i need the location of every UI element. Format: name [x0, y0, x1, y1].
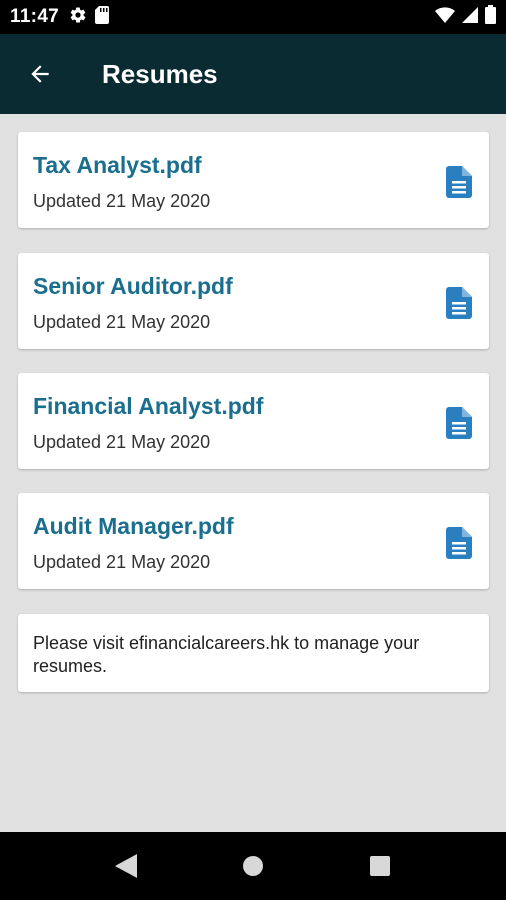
recents-square-icon: [370, 856, 390, 876]
resume-updated-date: Updated 21 May 2020: [33, 312, 211, 332]
resume-updated-date: Updated 21 May 2020: [33, 191, 211, 211]
info-card: Please visit efinancialcareers.hk to man…: [18, 614, 489, 692]
cell-signal-icon: [462, 6, 478, 28]
resume-updated-date: Updated 21 May 2020: [33, 432, 211, 452]
settings-gear-icon: [69, 6, 87, 29]
resume-card[interactable]: Financial Analyst.pdf Updated 21 May 202…: [18, 373, 489, 469]
resume-card[interactable]: Tax Analyst.pdf Updated 21 May 2020: [18, 132, 489, 228]
info-message: Please visit efinancialcareers.hk to man…: [33, 633, 420, 676]
document-icon[interactable]: [446, 527, 472, 559]
resume-card[interactable]: Audit Manager.pdf Updated 21 May 2020: [18, 493, 489, 589]
resume-title[interactable]: Audit Manager.pdf: [33, 513, 234, 540]
app-bar: Resumes: [0, 34, 506, 114]
system-nav-bar: [0, 832, 506, 900]
resume-list: Tax Analyst.pdf Updated 21 May 2020 Seni…: [0, 114, 506, 832]
arrow-left-icon: [31, 65, 49, 83]
document-icon[interactable]: [446, 287, 472, 319]
status-time: 11:47: [10, 6, 60, 27]
nav-recents-button[interactable]: [350, 836, 410, 896]
status-left-icons: [69, 5, 110, 29]
resume-title[interactable]: Tax Analyst.pdf: [33, 152, 202, 179]
sd-card-icon: [95, 5, 110, 29]
nav-home-button[interactable]: [223, 836, 283, 896]
resume-title[interactable]: Senior Auditor.pdf: [33, 273, 233, 300]
resume-updated-date: Updated 21 May 2020: [33, 552, 211, 572]
home-circle-icon: [243, 856, 263, 876]
status-right-icons: [435, 5, 496, 29]
document-icon[interactable]: [446, 166, 472, 198]
back-button[interactable]: [10, 44, 70, 104]
resume-card[interactable]: Senior Auditor.pdf Updated 21 May 2020: [18, 253, 489, 349]
status-bar: 11:47: [0, 0, 506, 34]
nav-back-button[interactable]: [96, 836, 156, 896]
document-icon[interactable]: [446, 407, 472, 439]
wifi-icon: [435, 6, 455, 28]
resume-title[interactable]: Financial Analyst.pdf: [33, 393, 263, 420]
back-triangle-icon: [115, 854, 137, 878]
page-title: Resumes: [102, 58, 218, 89]
battery-icon: [485, 5, 496, 29]
